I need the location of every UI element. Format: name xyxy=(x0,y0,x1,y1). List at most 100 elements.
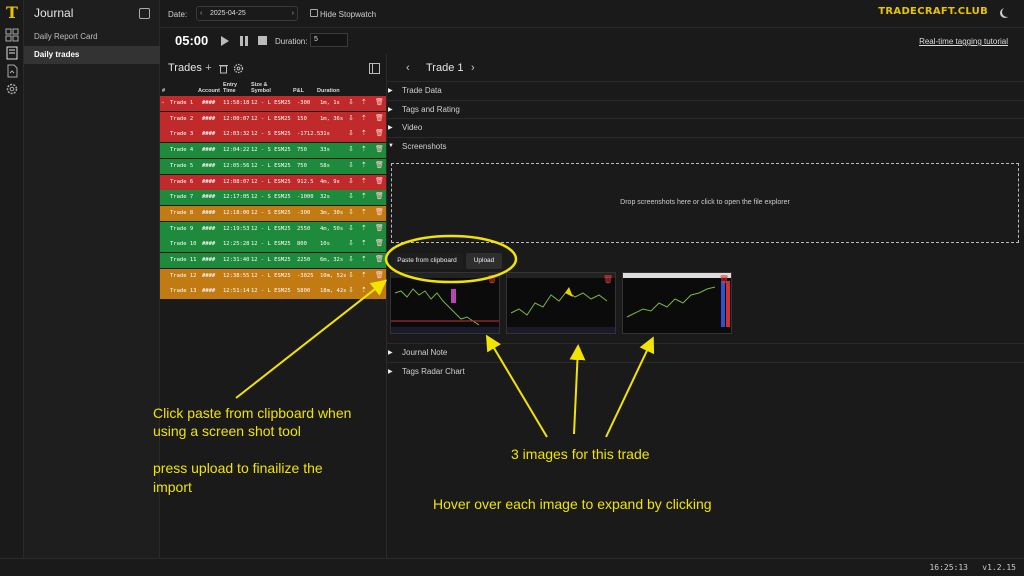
trade-row[interactable]: Trade 10 #### 12:25:28 12 - L ESM25 800 10s ⇩ ⇡… xyxy=(160,237,386,253)
theme-toggle-icon[interactable] xyxy=(1002,7,1012,17)
trade-row[interactable]: Trade 4 #### 12:04:22 12 - S ESM25 750 33s ⇩ ⇡ 🗑 xyxy=(160,143,386,159)
export-icon[interactable]: ⇩ xyxy=(348,177,354,185)
trade-account: #### xyxy=(202,100,216,106)
journal-icon[interactable] xyxy=(5,46,19,60)
section-trade-data[interactable]: ▶ Trade Data xyxy=(387,81,1024,99)
export-icon[interactable]: ⇩ xyxy=(348,161,354,169)
section-label: Tags and Rating xyxy=(402,105,460,114)
trade-row[interactable]: Trade 11 #### 12:31:40 12 - L ESM25 2250 6m, … xyxy=(160,253,386,268)
sidebar-title: Journal xyxy=(34,6,74,20)
delete-icon[interactable]: 🗑 xyxy=(375,224,384,232)
settings-icon[interactable] xyxy=(5,82,19,96)
export-icon[interactable]: ⇩ xyxy=(348,193,354,200)
trade-row[interactable]: Trade 5 #### 12:05:56 12 - L ESM25 750 58s ⇩ ⇡ 🗑 xyxy=(160,158,386,174)
report-icon[interactable] xyxy=(5,64,19,78)
section-journal-note[interactable]: ▶ Journal Note xyxy=(387,343,1024,361)
delete-icon[interactable]: 🗑 xyxy=(375,271,384,279)
tag-icon[interactable]: ⇡ xyxy=(361,193,367,200)
delete-icon[interactable]: 🗑 xyxy=(375,99,384,106)
screenshot-thumbnail-2[interactable]: 🗑 xyxy=(506,272,616,334)
section-video[interactable]: ▶ Video xyxy=(387,118,1024,136)
trade-row[interactable]: Trade 7 #### 12:17:05 12 - S ESM25 -1000 32s ⇩… xyxy=(160,190,386,206)
trade-row[interactable]: Trade 12 #### 12:38:55 12 - L ESM25 -3025 10m… xyxy=(160,268,386,284)
screenshot-thumbnail-3[interactable]: 🗑 xyxy=(622,272,732,334)
tutorial-link[interactable]: Real-time tagging tutorial xyxy=(919,37,1008,46)
export-icon[interactable]: ⇩ xyxy=(348,146,354,153)
export-icon[interactable]: ⇩ xyxy=(348,224,354,232)
tag-icon[interactable]: ⇡ xyxy=(361,240,367,247)
hide-stopwatch-checkbox[interactable] xyxy=(310,9,318,17)
trade-pnl: -300 xyxy=(297,209,311,216)
sidebar-item-daily-trades[interactable]: Daily trades xyxy=(24,46,160,64)
dashboard-icon[interactable] xyxy=(5,28,19,42)
stop-icon[interactable] xyxy=(258,36,267,45)
tag-icon[interactable]: ⇡ xyxy=(361,161,367,169)
tag-icon[interactable]: ⇡ xyxy=(361,256,367,263)
tag-icon[interactable]: ⇡ xyxy=(361,287,367,294)
trade-row[interactable]: Trade 6 #### 12:08:07 12 - L ESM25 912.5 4m, … xyxy=(160,174,386,190)
add-trade-icon[interactable]: + xyxy=(203,63,214,74)
export-icon[interactable]: ⇩ xyxy=(348,240,354,247)
date-picker[interactable]: ‹ 2025-04-25 › xyxy=(196,6,298,21)
trade-row[interactable]: Trade 3 #### 12:03:32 12 - S ESM25 -1712.5 31… xyxy=(160,127,386,143)
delete-icon[interactable]: 🗑 xyxy=(375,177,384,185)
delete-icon[interactable]: 🗑 xyxy=(375,161,384,169)
delete-icon[interactable]: 🗑 xyxy=(375,208,384,216)
next-trade-icon[interactable]: › xyxy=(471,62,475,74)
tag-icon[interactable]: ⇡ xyxy=(361,208,367,216)
app-logo[interactable]: T xyxy=(3,4,21,22)
next-date-icon[interactable]: › xyxy=(292,7,294,20)
screenshot-dropzone[interactable]: Drop screenshots here or click to open t… xyxy=(391,163,1019,243)
prev-trade-icon[interactable]: ‹ xyxy=(406,62,410,74)
prev-date-icon[interactable]: ‹ xyxy=(200,7,202,20)
screenshot-thumbnail-1[interactable]: 🗑 xyxy=(390,272,500,334)
pause-icon[interactable] xyxy=(240,36,248,46)
export-icon[interactable]: ⇩ xyxy=(348,99,354,106)
duration-input[interactable]: 5 xyxy=(310,33,348,47)
paste-from-clipboard-button[interactable]: Paste from clipboard xyxy=(391,253,463,269)
tag-icon[interactable]: ⇡ xyxy=(361,146,367,153)
sidebar-item-daily-report-card[interactable]: Daily Report Card xyxy=(24,28,160,46)
trade-row[interactable]: Trade 2 #### 12:00:07 12 - L ESM25 150 1m, 36… xyxy=(160,111,386,127)
tag-icon[interactable]: ⇡ xyxy=(361,114,367,122)
trade-pnl: -1000 xyxy=(297,194,314,201)
export-icon[interactable]: ⇩ xyxy=(348,208,354,216)
trade-row[interactable]: Trade 1 #### 11:58:18 12 - L ESM25 -300 1m, 1… xyxy=(160,96,386,111)
tag-icon[interactable]: ⇡ xyxy=(361,99,367,106)
delete-icon[interactable]: 🗑 xyxy=(375,146,384,153)
export-icon[interactable]: ⇩ xyxy=(348,256,354,263)
export-icon[interactable]: ⇩ xyxy=(348,287,354,294)
tag-icon[interactable]: ⇡ xyxy=(361,271,367,279)
section-label: Journal Note xyxy=(402,348,448,357)
export-icon[interactable]: ⇩ xyxy=(348,114,354,122)
tag-icon[interactable]: ⇡ xyxy=(361,224,367,232)
tag-icon[interactable]: ⇡ xyxy=(361,177,367,185)
delete-icon[interactable]: 🗑 xyxy=(375,240,384,247)
section-screenshots[interactable]: ▼ Screenshots xyxy=(387,137,1024,155)
delete-trades-icon[interactable] xyxy=(218,63,229,74)
delete-screenshot-icon[interactable]: 🗑 xyxy=(603,275,613,284)
upload-button[interactable]: Upload xyxy=(466,253,502,269)
trade-row[interactable]: Trade 8 #### 12:18:00 12 - S ESM25 -300 3m, 3… xyxy=(160,205,386,221)
trade-pnl: -1712.5 xyxy=(297,131,321,138)
delete-screenshot-icon[interactable]: 🗑 xyxy=(719,275,729,284)
delete-icon[interactable]: 🗑 xyxy=(375,287,384,294)
trade-row[interactable]: Trade 13 #### 12:51:14 12 - L ESM25 5800 18m,… xyxy=(160,284,386,300)
trade-row[interactable]: Trade 9 #### 12:19:53 12 - L ESM25 2550 4m, 5… xyxy=(160,221,386,237)
delete-icon[interactable]: 🗑 xyxy=(375,193,384,200)
section-tags-radar-chart[interactable]: ▶ Tags Radar Chart xyxy=(387,362,1024,380)
play-icon[interactable] xyxy=(221,36,229,46)
trades-settings-icon[interactable] xyxy=(233,63,244,74)
trade-entry-time: 12:38:55 xyxy=(223,272,250,279)
delete-icon[interactable]: 🗑 xyxy=(375,130,384,137)
export-icon[interactable]: ⇩ xyxy=(348,271,354,279)
delete-screenshot-icon[interactable]: 🗑 xyxy=(487,275,497,284)
section-tags-rating[interactable]: ▶ Tags and Rating xyxy=(387,100,1024,118)
tag-icon[interactable]: ⇡ xyxy=(361,130,367,137)
export-icon[interactable]: ⇩ xyxy=(348,130,354,137)
delete-icon[interactable]: 🗑 xyxy=(375,256,384,263)
sidebar-collapse-icon[interactable] xyxy=(139,8,150,19)
stopwatch-bar: 05:00 Duration: 5 Real-time tagging tuto… xyxy=(160,28,1024,54)
panel-collapse-icon[interactable] xyxy=(369,63,380,74)
delete-icon[interactable]: 🗑 xyxy=(375,114,384,122)
